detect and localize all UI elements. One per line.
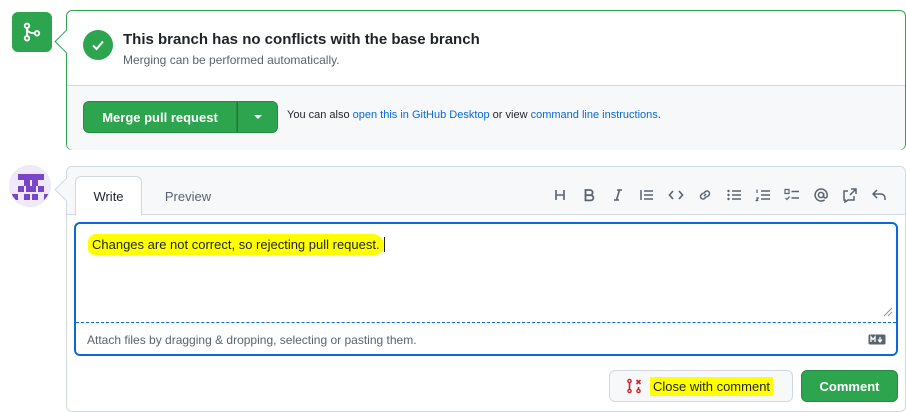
triangle-down-icon <box>253 115 262 119</box>
markdown-icon[interactable] <box>868 334 886 345</box>
close-with-comment-button[interactable]: Close with comment <box>609 370 793 402</box>
merge-pull-request-button[interactable]: Merge pull request <box>83 101 237 133</box>
merge-status-box: This branch has no conflicts with the ba… <box>66 10 906 150</box>
cross-reference-icon[interactable] <box>835 185 864 205</box>
command-line-instructions-link[interactable]: command line instructions <box>531 109 658 121</box>
markdown-toolbar <box>545 185 893 205</box>
comment-textarea[interactable]: Changes are not correct, so rejecting pu… <box>74 222 898 356</box>
alternative-merge-text: You can also open this in GitHub Desktop… <box>287 109 661 121</box>
code-icon[interactable] <box>661 185 690 205</box>
tab-preview[interactable]: Preview <box>155 176 221 216</box>
file-attachment-area[interactable]: Attach files by dragging & dropping, sel… <box>76 322 896 354</box>
check-icon <box>83 30 113 60</box>
mention-icon[interactable] <box>806 185 835 205</box>
link-icon[interactable] <box>690 185 719 205</box>
comment-header: Write Preview <box>67 167 905 216</box>
merge-status-subtitle: Merging can be performed automatically. <box>123 53 340 67</box>
text-cursor <box>383 237 385 252</box>
github-desktop-link[interactable]: open this in GitHub Desktop <box>353 109 490 121</box>
bold-icon[interactable] <box>574 185 603 205</box>
git-merge-icon <box>12 12 52 52</box>
reply-icon[interactable] <box>864 185 893 205</box>
also-middle: or view <box>489 109 531 121</box>
quote-icon[interactable] <box>632 185 661 205</box>
comment-text-content: Changes are not correct, so rejecting pu… <box>88 234 384 255</box>
merge-button-group: Merge pull request <box>83 101 278 133</box>
also-suffix: . <box>657 109 661 121</box>
heading-icon[interactable] <box>545 185 574 205</box>
avatar[interactable] <box>9 165 51 207</box>
merge-status-header: This branch has no conflicts with the ba… <box>67 11 905 85</box>
italic-icon[interactable] <box>603 185 632 205</box>
comment-text[interactable]: Changes are not correct, so rejecting pu… <box>84 234 389 255</box>
pull-request-closed-icon <box>627 378 642 394</box>
task-list-icon[interactable] <box>777 185 806 205</box>
merge-status-title: This branch has no conflicts with the ba… <box>123 31 480 48</box>
close-with-comment-label: Close with comment <box>650 376 774 396</box>
merge-actions: Merge pull request You can also open thi… <box>67 86 905 150</box>
comment-form: Write Preview Changes are not correct, s… <box>66 166 906 412</box>
merge-options-dropdown[interactable] <box>237 101 278 133</box>
unordered-list-icon[interactable] <box>719 185 748 205</box>
attach-files-hint: Attach files by dragging & dropping, sel… <box>87 333 417 347</box>
resize-handle-icon[interactable] <box>883 307 893 317</box>
ordered-list-icon[interactable] <box>748 185 777 205</box>
comment-submit-button[interactable]: Comment <box>801 370 898 402</box>
also-prefix: You can also <box>287 109 353 121</box>
tab-write[interactable]: Write <box>75 176 142 216</box>
